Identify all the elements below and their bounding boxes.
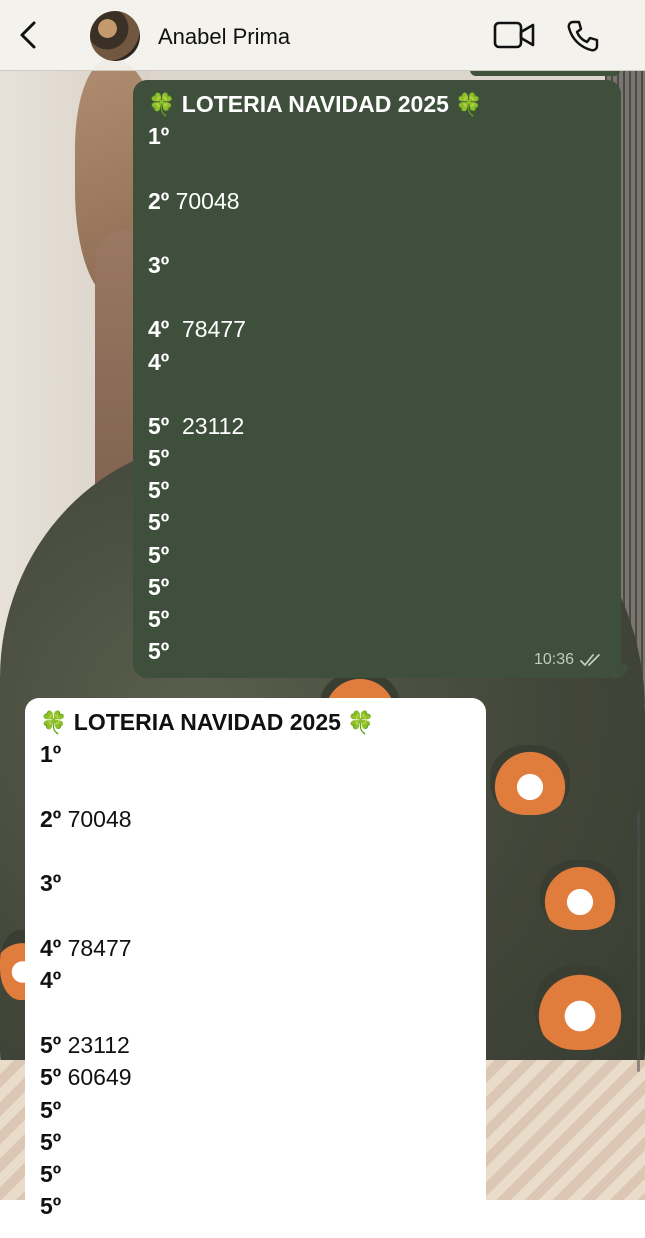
video-camera-icon[interactable] (493, 20, 535, 50)
message-line: 1º (148, 123, 170, 150)
chevron-left-icon[interactable] (14, 20, 44, 50)
clover-icon: 🍀 (40, 710, 68, 735)
double-check-icon (580, 654, 600, 666)
message-line (148, 152, 606, 184)
phone-icon[interactable] (566, 19, 600, 53)
message-line: 4º 78477 (40, 935, 132, 962)
message-line: 5º (148, 509, 170, 536)
message-line: 5º (148, 477, 170, 504)
message-title: LOTERIA NAVIDAD 2025 (73, 709, 341, 735)
contact-name[interactable]: Anabel Prima (158, 24, 290, 50)
message-title-line: 🍀 LOTERIA NAVIDAD 2025 🍀 (40, 706, 471, 738)
message-line (40, 997, 471, 1029)
message-line: 5º (40, 1161, 62, 1188)
message-line (148, 378, 606, 410)
message-line: 5º (40, 1128, 62, 1155)
message-line (148, 281, 606, 313)
wallpaper-fox-pattern (535, 965, 625, 1050)
message-title: LOTERIA NAVIDAD 2025 (181, 91, 449, 117)
message-line: 3º (40, 870, 62, 897)
message-bubble-incoming[interactable]: 🍀 LOTERIA NAVIDAD 2025 🍀 1º 2º 70048 3º … (25, 698, 486, 1238)
message-line (40, 771, 471, 803)
message-line: 5º (40, 1096, 62, 1123)
avatar[interactable] (90, 11, 140, 61)
message-bubble-outgoing[interactable]: 🍀 LOTERIA NAVIDAD 2025 🍀 1º 2º 70048 3º … (133, 80, 621, 678)
message-line (40, 835, 471, 867)
clover-icon: 🍀 (148, 92, 176, 117)
message-line: 4º (148, 348, 170, 375)
message-line: 5º 23112 (40, 1031, 130, 1058)
chat-header: Anabel Prima (0, 0, 645, 71)
message-line: 5º (148, 573, 170, 600)
message-line: 4º (40, 967, 62, 994)
message-line: 5º (40, 1193, 62, 1220)
message-line: 3º (148, 251, 170, 278)
message-line: 5º 23112 (148, 412, 245, 439)
message-line: 2º 70048 (148, 187, 240, 214)
message-line (40, 900, 471, 932)
wallpaper-fox-pattern (490, 745, 570, 815)
scroll-indicator[interactable] (637, 812, 640, 1072)
clover-icon: 🍀 (455, 92, 483, 117)
message-line: 5º (148, 541, 170, 568)
clover-icon: 🍀 (347, 710, 375, 735)
message-line: 5º (148, 606, 170, 632)
message-line: 5º (148, 445, 170, 472)
message-line (148, 217, 606, 249)
message-line: 1º (40, 741, 62, 768)
message-time: 10:36 (533, 651, 574, 668)
message-meta: 10:36 (534, 651, 606, 669)
message-line: 5º 60649 (40, 1064, 132, 1091)
message-line: 2º 70048 (40, 805, 132, 832)
message-line: 4º 78477 (148, 316, 246, 343)
message-title-line: 🍀 LOTERIA NAVIDAD 2025 🍀 (148, 88, 606, 120)
wallpaper-fox-pattern (540, 860, 620, 930)
